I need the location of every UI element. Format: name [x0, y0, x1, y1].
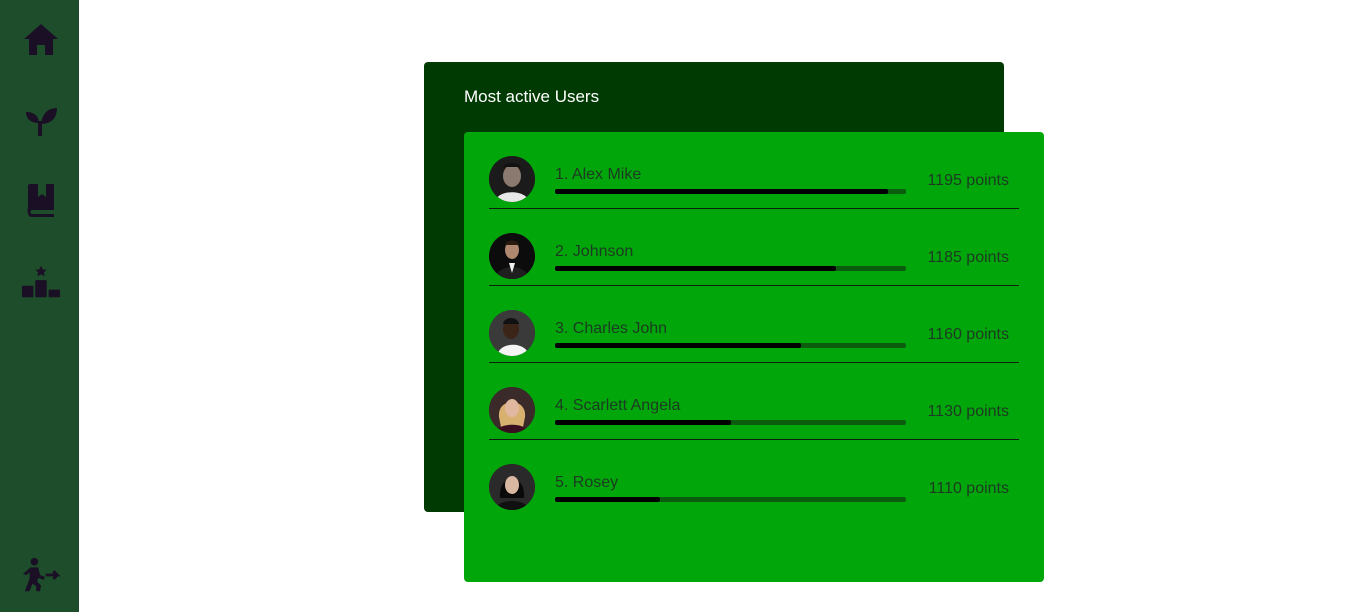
list-item[interactable]: 2. Johnson 1185 points	[489, 209, 1019, 286]
list-item[interactable]: 5. Rosey 1110 points	[489, 440, 1019, 517]
progress-fill	[555, 497, 661, 502]
user-name: 4. Scarlett Angela	[555, 397, 681, 414]
progress-fill	[555, 420, 731, 425]
avatar	[489, 156, 535, 202]
list-item[interactable]: 1. Alex Mike 1195 points	[489, 132, 1019, 209]
progress-bar	[555, 497, 906, 502]
leaderboard-icon[interactable]	[21, 262, 61, 302]
user-points: 1160 points	[927, 326, 1009, 343]
user-name: 2. Johnson	[555, 243, 634, 260]
user-points: 1195 points	[927, 172, 1009, 189]
progress-bar	[555, 189, 906, 194]
list-item[interactable]: 3. Charles John 1160 points	[489, 286, 1019, 363]
avatar	[489, 464, 535, 510]
user-name: 3. Charles John	[555, 320, 668, 337]
progress-bar	[555, 420, 906, 425]
progress-fill	[555, 189, 889, 194]
user-name: 1. Alex Mike	[555, 166, 642, 183]
sprout-icon[interactable]	[21, 100, 61, 140]
avatar	[489, 387, 535, 433]
user-points: 1110 points	[928, 480, 1009, 497]
list-item[interactable]: 4. Scarlett Angela 1130 points	[489, 363, 1019, 440]
progress-bar	[555, 266, 906, 271]
avatar	[489, 233, 535, 279]
exit-icon[interactable]	[21, 555, 61, 595]
book-bookmark-icon[interactable]	[21, 180, 61, 220]
progress-fill	[555, 343, 801, 348]
avatar	[489, 310, 535, 356]
sidebar	[0, 0, 79, 612]
user-name: 5. Rosey	[555, 474, 619, 491]
leaderboard-title: Most active Users	[464, 87, 600, 106]
user-points: 1185 points	[927, 249, 1009, 266]
leaderboard-list: 1. Alex Mike 1195 points 2. Johnson 1185…	[464, 132, 1044, 582]
progress-fill	[555, 266, 836, 271]
user-points: 1130 points	[927, 403, 1009, 420]
home-icon[interactable]	[21, 20, 61, 60]
progress-bar	[555, 343, 906, 348]
